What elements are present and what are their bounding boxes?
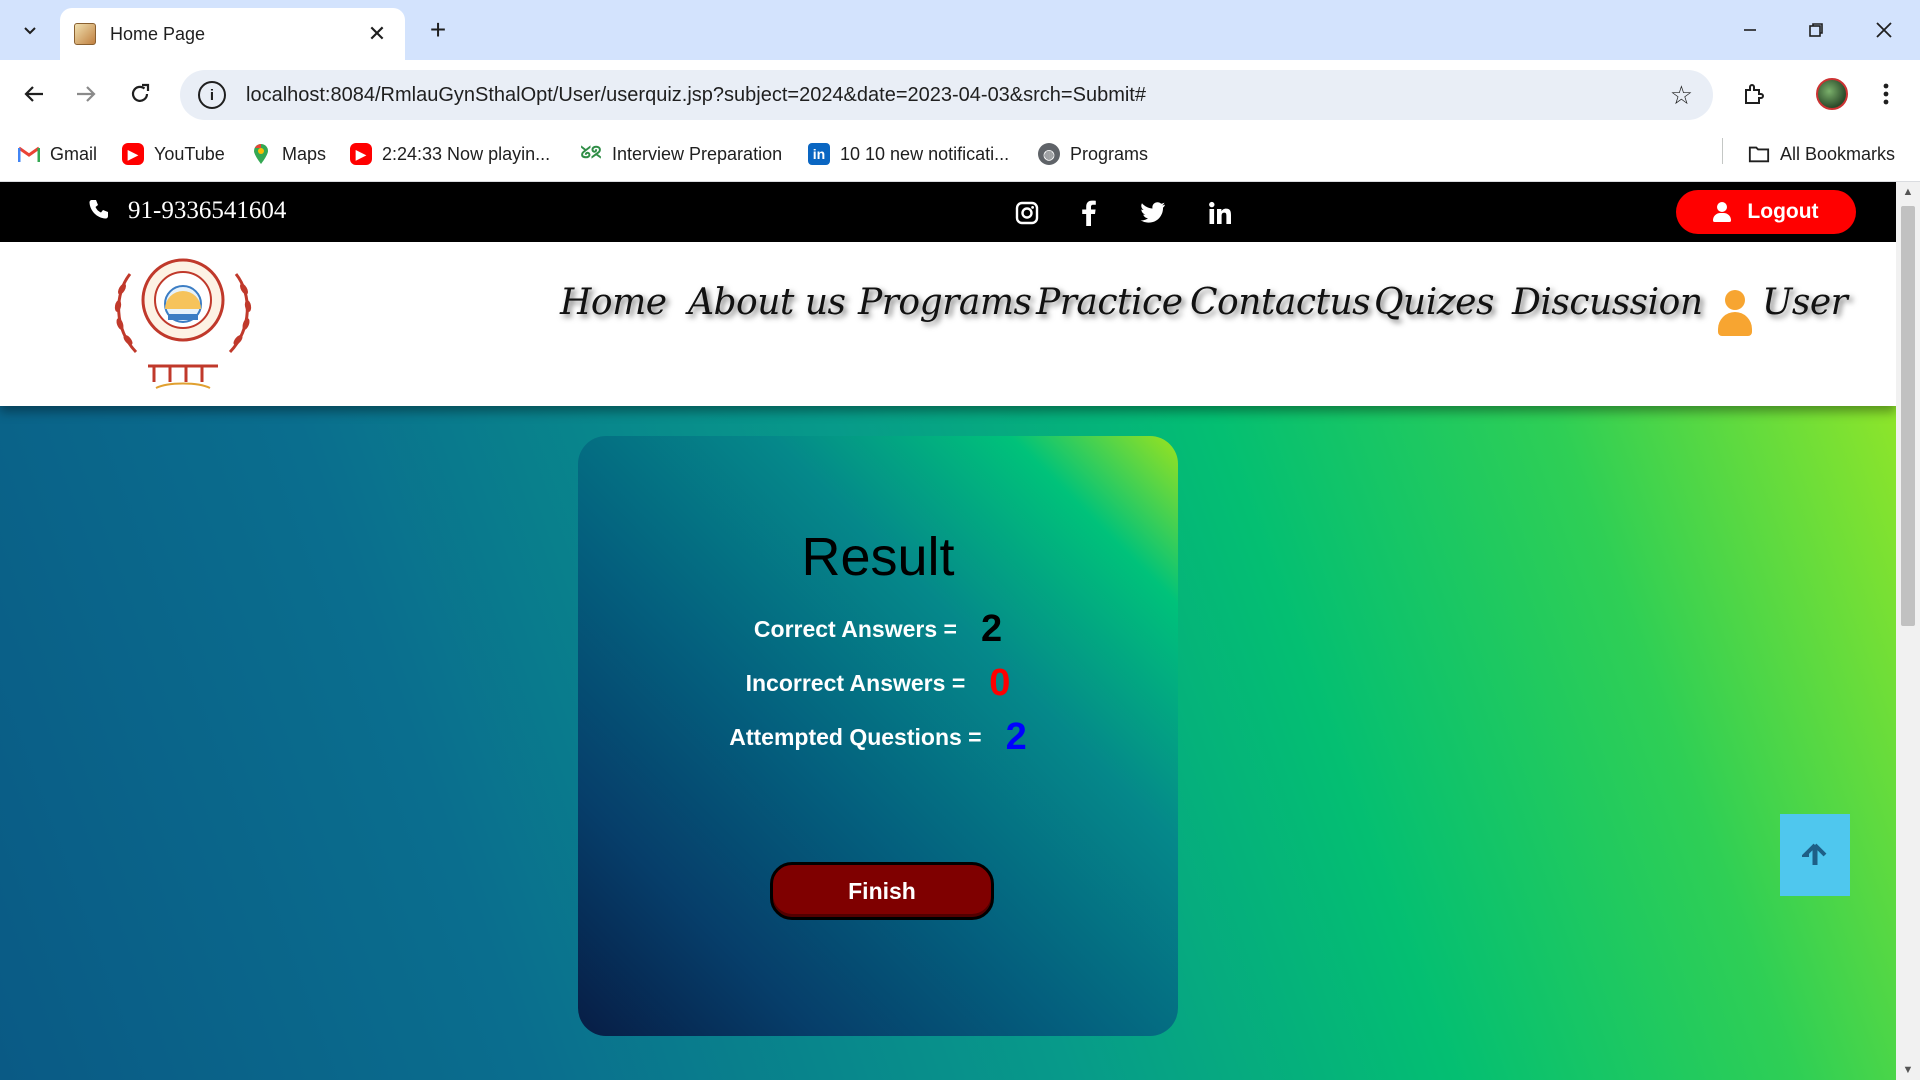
bookmark-label: 2:24:33 Now playin... xyxy=(382,143,551,164)
correct-answers-label: Correct Answers = xyxy=(753,616,957,642)
user-icon[interactable] xyxy=(1716,290,1754,336)
finish-button[interactable]: Finish xyxy=(770,862,994,920)
globe-icon: ◍ xyxy=(1038,143,1060,165)
gmail-icon xyxy=(18,143,40,165)
top-contact-bar: 91-9336541604 Logout xyxy=(0,182,1896,242)
instagram-icon[interactable] xyxy=(1010,196,1044,230)
facebook-icon[interactable] xyxy=(1072,196,1106,230)
scroll-down-arrow-icon[interactable]: ▼ xyxy=(1902,1064,1914,1076)
extensions-icon[interactable] xyxy=(1734,74,1774,114)
restore-icon[interactable] xyxy=(1788,8,1844,52)
linkedin-icon[interactable] xyxy=(1203,196,1237,230)
scroll-to-top-button[interactable] xyxy=(1780,814,1850,896)
bookmark-label: 10 10 new notificati... xyxy=(840,143,1010,164)
browser-tab[interactable]: Home Page ✕ xyxy=(60,8,405,60)
url-text[interactable]: localhost:8084/RmlauGynSthalOpt/User/use… xyxy=(246,84,1670,107)
page-scrollbar[interactable]: ▲ ▼ xyxy=(1896,182,1920,1080)
bookmark-linkedin[interactable]: in 10 10 new notificati... xyxy=(808,140,1009,168)
bookmarks-bar: Gmail ▶ YouTube Maps ▶ 2:24:33 Now playi… xyxy=(0,128,1920,182)
reload-icon[interactable] xyxy=(120,74,160,114)
close-tab-icon[interactable]: ✕ xyxy=(363,21,391,47)
correct-answers-row: Correct Answers = 2 xyxy=(578,608,1178,651)
kebab-menu-icon[interactable] xyxy=(1866,74,1906,114)
scrollbar-thumb[interactable] xyxy=(1901,206,1915,626)
site-info-icon[interactable]: i xyxy=(198,81,226,109)
twitter-icon[interactable] xyxy=(1136,196,1170,230)
back-icon[interactable] xyxy=(14,74,54,114)
result-section: Result Correct Answers = 2 Incorrect Ans… xyxy=(0,406,1896,1080)
bookmark-programs[interactable]: ◍ Programs xyxy=(1038,140,1148,168)
bookmark-label: YouTube xyxy=(154,143,225,164)
nav-contactus[interactable]: Contactus xyxy=(1190,282,1371,323)
web-page: 91-9336541604 Logout Home About us Progr… xyxy=(0,182,1896,1080)
nav-quizes[interactable]: Quizes xyxy=(1374,282,1494,323)
nav-about-us[interactable]: About us xyxy=(688,282,846,323)
address-bar[interactable]: i localhost:8084/RmlauGynSthalOpt/User/u… xyxy=(180,70,1713,120)
youtube-icon: ▶ xyxy=(122,143,144,165)
tab-search-button[interactable] xyxy=(12,12,48,48)
chevron-down-icon xyxy=(24,27,36,35)
bookmark-label: Interview Preparation xyxy=(612,143,783,164)
geeksforgeeks-icon: ᘜᘝ xyxy=(580,145,602,162)
scroll-up-arrow-icon[interactable]: ▲ xyxy=(1902,186,1914,198)
folder-icon xyxy=(1748,143,1770,165)
bookmark-youtube[interactable]: ▶ YouTube xyxy=(122,140,225,168)
bookmarks-divider xyxy=(1722,138,1723,164)
result-card: Result Correct Answers = 2 Incorrect Ans… xyxy=(578,436,1178,1036)
bookmark-star-icon[interactable]: ☆ xyxy=(1670,80,1693,111)
profile-avatar[interactable] xyxy=(1812,74,1852,114)
bookmark-now-playing[interactable]: ▶ 2:24:33 Now playin... xyxy=(350,140,550,168)
new-tab-button[interactable]: + xyxy=(420,12,456,48)
nav-user[interactable]: User xyxy=(1762,282,1848,323)
close-window-icon[interactable] xyxy=(1856,8,1912,52)
nav-practice[interactable]: Practice xyxy=(1036,282,1183,323)
browser-tab-bar: Home Page ✕ + xyxy=(0,0,1920,60)
browser-toolbar: i localhost:8084/RmlauGynSthalOpt/User/u… xyxy=(0,60,1920,128)
bookmark-label: All Bookmarks xyxy=(1780,143,1896,164)
avatar xyxy=(1816,78,1848,110)
incorrect-answers-row: Incorrect Answers = 0 xyxy=(578,662,1178,705)
forward-icon[interactable] xyxy=(66,74,106,114)
incorrect-answers-value: 0 xyxy=(989,662,1011,704)
main-navbar: Home About us Programs Practice Contactu… xyxy=(0,242,1896,406)
bookmark-interview-preparation[interactable]: ᘜᘝ Interview Preparation xyxy=(580,140,782,168)
attempted-questions-row: Attempted Questions = 2 xyxy=(578,716,1178,759)
bookmark-gmail[interactable]: Gmail xyxy=(18,140,97,168)
phone-number: 91-9336541604 xyxy=(128,197,287,224)
incorrect-answers-label: Incorrect Answers = xyxy=(745,670,966,696)
logout-button[interactable]: Logout xyxy=(1676,190,1856,234)
linkedin-icon: in xyxy=(808,143,830,165)
gyansthal-logo[interactable] xyxy=(108,254,258,394)
minimize-icon[interactable] xyxy=(1722,8,1778,52)
logout-label: Logout xyxy=(1747,200,1819,223)
bookmark-label: Gmail xyxy=(50,143,98,164)
nav-discussion[interactable]: Discussion xyxy=(1512,282,1703,323)
result-title: Result xyxy=(801,527,955,587)
phone-icon xyxy=(88,198,110,227)
nav-home[interactable]: Home xyxy=(560,282,667,323)
attempted-questions-label: Attempted Questions = xyxy=(729,724,982,750)
bookmark-label: Maps xyxy=(282,143,327,164)
user-icon xyxy=(1713,202,1732,222)
attempted-questions-value: 2 xyxy=(1005,716,1027,758)
tab-title: Home Page xyxy=(110,23,206,44)
all-bookmarks[interactable]: All Bookmarks xyxy=(1748,140,1895,168)
favicon-icon xyxy=(74,23,96,45)
youtube-icon: ▶ xyxy=(350,143,372,165)
correct-answers-value: 2 xyxy=(980,608,1003,650)
bookmark-maps[interactable]: Maps xyxy=(250,140,326,168)
nav-programs[interactable]: Programs xyxy=(858,282,1032,323)
maps-icon xyxy=(250,143,272,165)
arrow-up-icon xyxy=(1802,843,1827,865)
bookmark-label: Programs xyxy=(1070,143,1149,164)
